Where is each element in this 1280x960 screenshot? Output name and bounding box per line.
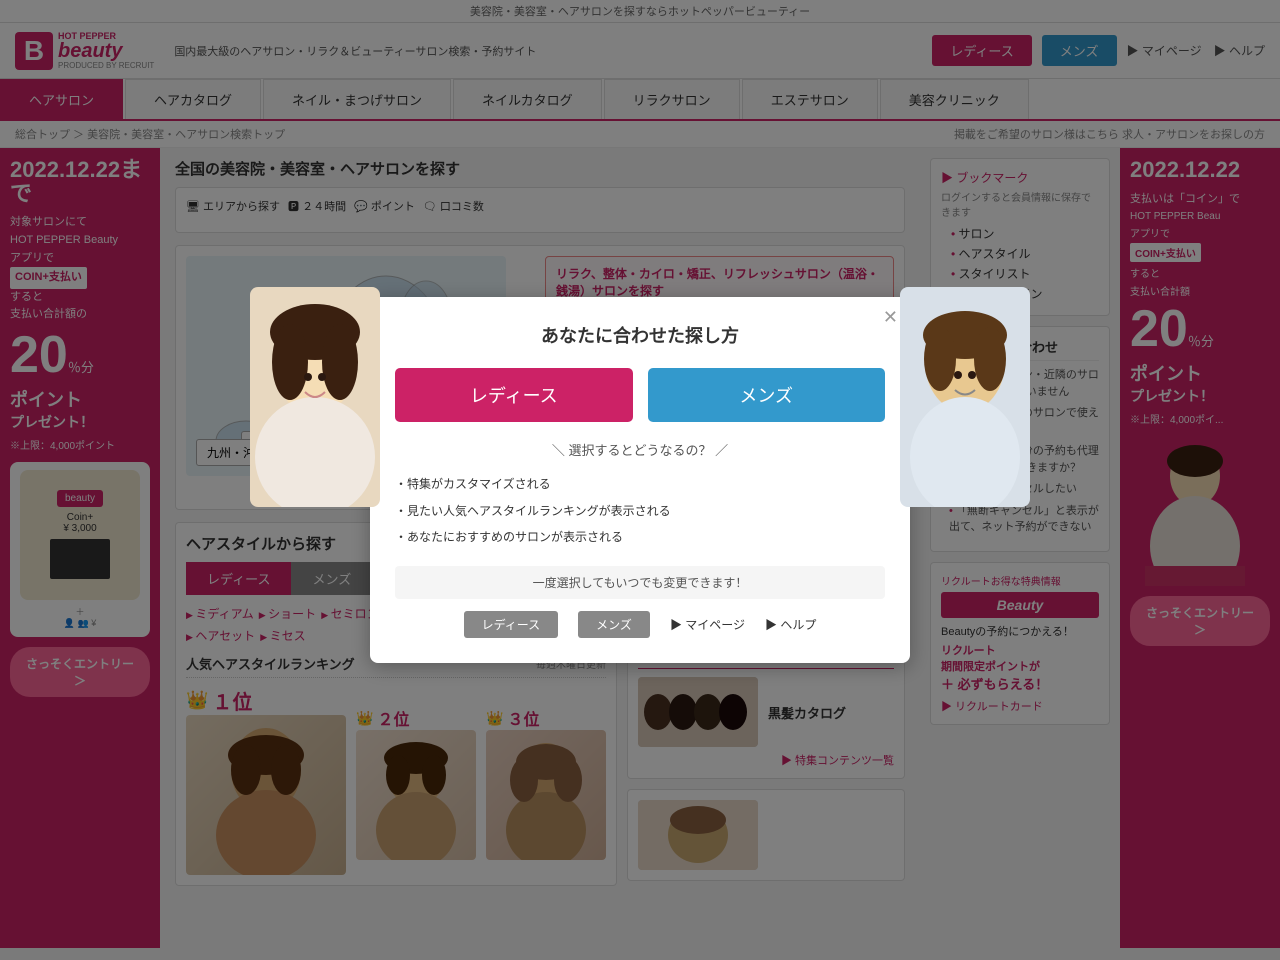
modal-subtitle: ＼ 選択するとどうなるの？ ／ (395, 440, 885, 459)
modal-title: あなたに合わせた探し方 (395, 322, 885, 348)
modal-footer-help-link[interactable]: ▶ ヘルプ (765, 616, 816, 633)
modal-footer-mypage-link[interactable]: ▶ マイページ (670, 616, 745, 633)
modal-person-right (900, 287, 1030, 507)
modal-bullets: ・特集がカスタマイズされる ・見たい人気ヘアスタイルランキングが表示される ・あ… (395, 471, 885, 550)
modal-close-button[interactable]: ✕ (883, 307, 898, 328)
modal-bullet-2: ・見たい人気ヘアスタイルランキングが表示される (395, 498, 885, 524)
modal-ladies-button[interactable]: レディース (395, 368, 633, 422)
modal-footer: レディース メンズ ▶ マイページ ▶ ヘルプ (395, 611, 885, 638)
modal-note-box: 一度選択してもいつでも変更できます！ (395, 566, 885, 599)
modal-bullet-3: ・あなたにおすすめのサロンが表示される (395, 524, 885, 550)
modal: ✕ あなたに合わせた探し方 レディース メンズ ＼ 選択するとどうなるの？ ／ … (370, 297, 910, 662)
modal-bullet-1: ・特集がカスタマイズされる (395, 471, 885, 497)
modal-buttons: レディース メンズ (395, 368, 885, 422)
modal-footer-mens-btn[interactable]: メンズ (578, 611, 650, 638)
modal-overlay[interactable]: ✕ あなたに合わせた探し方 レディース メンズ ＼ 選択するとどうなるの？ ／ … (0, 0, 1280, 960)
modal-person-left (250, 287, 380, 507)
modal-footer-ladies-btn[interactable]: レディース (464, 611, 559, 638)
modal-mens-button[interactable]: メンズ (648, 368, 886, 422)
